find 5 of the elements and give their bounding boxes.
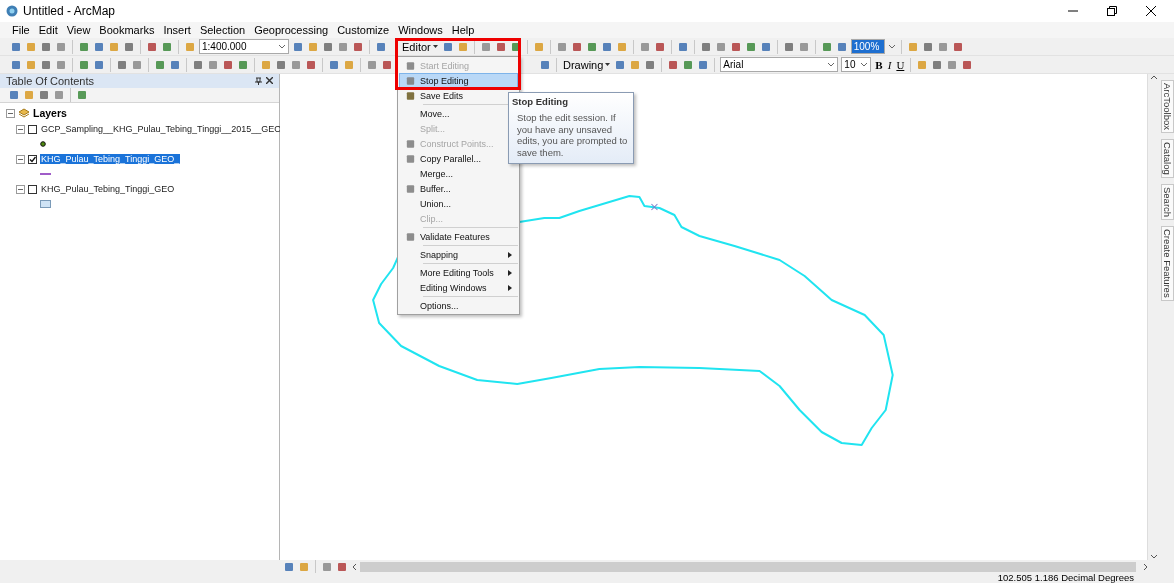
- window-title: Untitled - ArcMap: [23, 4, 117, 18]
- tooltip-text: Stop the edit session. If you have any unsaved edits, you are prompted to save them.: [516, 112, 629, 158]
- coordinates-readout: 102.505 1.186 Decimal Degrees: [997, 573, 1134, 583]
- panel-title: Table Of Contents: [6, 75, 95, 87]
- tooltip-title: Stop Editing: [512, 96, 569, 107]
